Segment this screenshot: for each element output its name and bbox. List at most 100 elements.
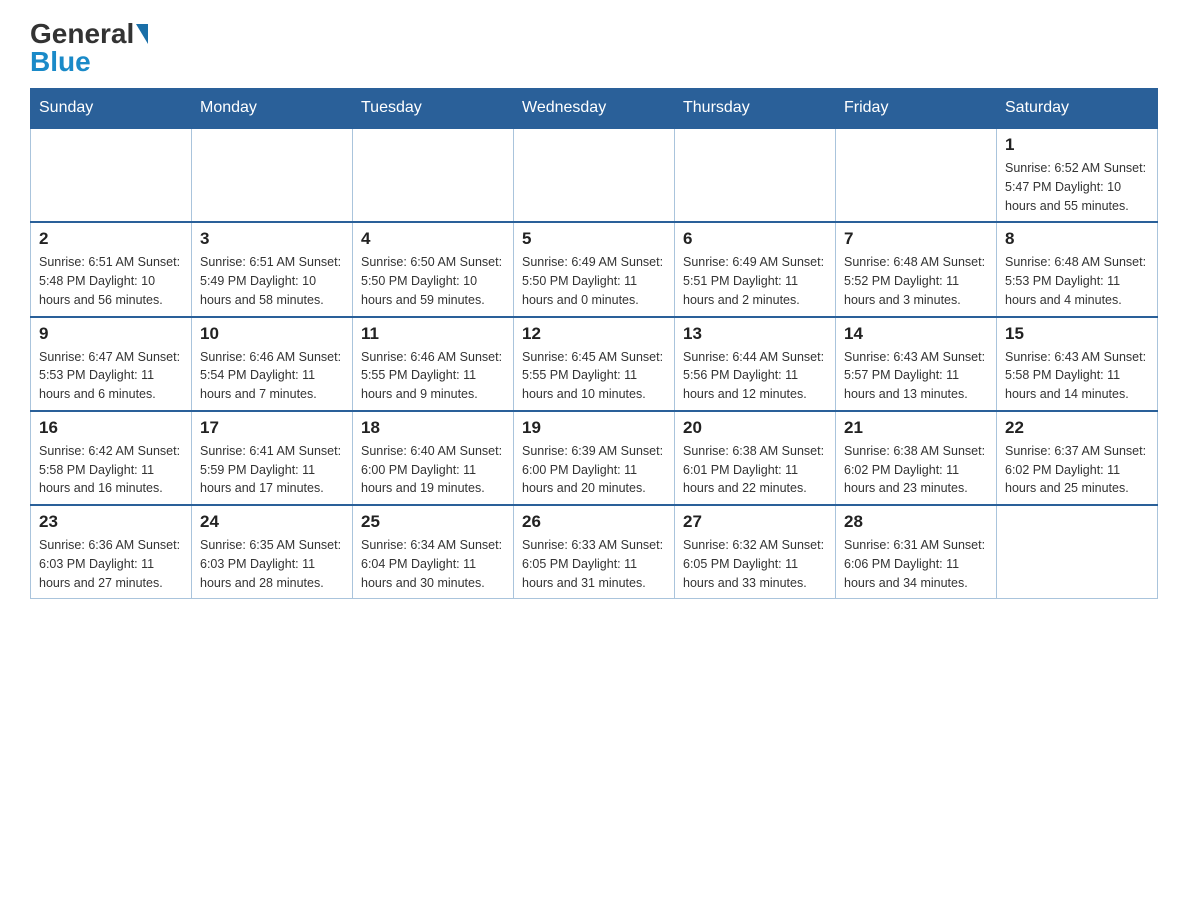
calendar-cell: 4Sunrise: 6:50 AM Sunset: 5:50 PM Daylig… [353,222,514,316]
day-number: 18 [361,418,505,438]
day-info: Sunrise: 6:33 AM Sunset: 6:05 PM Dayligh… [522,536,666,592]
calendar-cell: 12 Sunrise: 6:45 AM Sunset: 5:55 PM Dayli… [514,317,675,411]
day-number: 2 [39,229,183,249]
calendar-header-row: SundayMondayTuesdayWednesdayThursdayFrid… [31,89,1158,129]
day-number: 3 [200,229,344,249]
day-of-week-header: Thursday [675,89,836,129]
day-info: Sunrise: 6:35 AM Sunset: 6:03 PM Dayligh… [200,536,344,592]
calendar-cell: 5 Sunrise: 6:49 AM Sunset: 5:50 PM Daylig… [514,222,675,316]
day-number: 11 [361,324,505,344]
calendar-cell: 20 Sunrise: 6:38 AM Sunset: 6:01 PM Dayli… [675,411,836,505]
calendar-cell [675,128,836,222]
calendar-week-row: 23 Sunrise: 6:36 AM Sunset: 6:03 PM Dayli… [31,505,1158,599]
day-number: 25 [361,512,505,532]
day-info: Sunrise: 6:37 AM Sunset: 6:02 PM Dayligh… [1005,442,1149,498]
calendar-cell [997,505,1158,599]
day-info: Sunrise: 6:47 AM Sunset: 5:53 PM Dayligh… [39,348,183,404]
calendar-cell: 6Sunrise: 6:49 AM Sunset: 5:51 PM Daylig… [675,222,836,316]
day-number: 10 [200,324,344,344]
day-info: Sunrise: 6:38 AM Sunset: 6:02 PM Dayligh… [844,442,988,498]
logo: General Blue [30,20,150,78]
page-header: General Blue [30,20,1158,78]
day-number: 19 [522,418,666,438]
day-number: 12 [522,324,666,344]
calendar-table: SundayMondayTuesdayWednesdayThursdayFrid… [30,88,1158,599]
day-number: 1 [1005,135,1149,155]
day-info: Sunrise: 6:51 AM Sunset: 5:48 PM Dayligh… [39,253,183,309]
calendar-cell: 1 Sunrise: 6:52 AM Sunset: 5:47 PM Daylig… [997,128,1158,222]
logo-triangle-icon [136,24,148,44]
calendar-cell: 3 Sunrise: 6:51 AM Sunset: 5:49 PM Daylig… [192,222,353,316]
day-info: Sunrise: 6:42 AM Sunset: 5:58 PM Dayligh… [39,442,183,498]
day-number: 17 [200,418,344,438]
calendar-cell: 26 Sunrise: 6:33 AM Sunset: 6:05 PM Dayli… [514,505,675,599]
calendar-week-row: 1 Sunrise: 6:52 AM Sunset: 5:47 PM Daylig… [31,128,1158,222]
calendar-cell: 9 Sunrise: 6:47 AM Sunset: 5:53 PM Daylig… [31,317,192,411]
day-info: Sunrise: 6:51 AM Sunset: 5:49 PM Dayligh… [200,253,344,309]
day-info: Sunrise: 6:49 AM Sunset: 5:50 PM Dayligh… [522,253,666,309]
calendar-week-row: 9 Sunrise: 6:47 AM Sunset: 5:53 PM Daylig… [31,317,1158,411]
day-number: 26 [522,512,666,532]
calendar-cell: 10 Sunrise: 6:46 AM Sunset: 5:54 PM Dayli… [192,317,353,411]
logo-general-text: General [30,20,134,48]
calendar-cell: 24 Sunrise: 6:35 AM Sunset: 6:03 PM Dayli… [192,505,353,599]
calendar-cell: 27 Sunrise: 6:32 AM Sunset: 6:05 PM Dayli… [675,505,836,599]
day-number: 24 [200,512,344,532]
logo-blue-text: Blue [30,46,91,77]
calendar-week-row: 2 Sunrise: 6:51 AM Sunset: 5:48 PM Daylig… [31,222,1158,316]
calendar-cell: 19 Sunrise: 6:39 AM Sunset: 6:00 PM Dayli… [514,411,675,505]
day-number: 5 [522,229,666,249]
calendar-cell: 21 Sunrise: 6:38 AM Sunset: 6:02 PM Dayli… [836,411,997,505]
day-of-week-header: Sunday [31,89,192,129]
calendar-cell: 16 Sunrise: 6:42 AM Sunset: 5:58 PM Dayli… [31,411,192,505]
day-number: 22 [1005,418,1149,438]
day-number: 7 [844,229,988,249]
day-info: Sunrise: 6:38 AM Sunset: 6:01 PM Dayligh… [683,442,827,498]
calendar-cell: 25 Sunrise: 6:34 AM Sunset: 6:04 PM Dayli… [353,505,514,599]
day-number: 6 [683,229,827,249]
day-info: Sunrise: 6:36 AM Sunset: 6:03 PM Dayligh… [39,536,183,592]
calendar-cell: 18 Sunrise: 6:40 AM Sunset: 6:00 PM Dayli… [353,411,514,505]
day-number: 9 [39,324,183,344]
day-number: 8 [1005,229,1149,249]
calendar-cell: 7 Sunrise: 6:48 AM Sunset: 5:52 PM Daylig… [836,222,997,316]
day-info: Sunrise: 6:40 AM Sunset: 6:00 PM Dayligh… [361,442,505,498]
day-info: Sunrise: 6:43 AM Sunset: 5:58 PM Dayligh… [1005,348,1149,404]
calendar-cell: 15 Sunrise: 6:43 AM Sunset: 5:58 PM Dayli… [997,317,1158,411]
calendar-cell: 28 Sunrise: 6:31 AM Sunset: 6:06 PM Dayli… [836,505,997,599]
calendar-cell [192,128,353,222]
day-info: Sunrise: 6:48 AM Sunset: 5:53 PM Dayligh… [1005,253,1149,309]
day-of-week-header: Friday [836,89,997,129]
calendar-cell: 11 Sunrise: 6:46 AM Sunset: 5:55 PM Dayli… [353,317,514,411]
calendar-cell [31,128,192,222]
day-number: 21 [844,418,988,438]
day-info: Sunrise: 6:39 AM Sunset: 6:00 PM Dayligh… [522,442,666,498]
day-number: 15 [1005,324,1149,344]
day-info: Sunrise: 6:46 AM Sunset: 5:54 PM Dayligh… [200,348,344,404]
calendar-cell: 23 Sunrise: 6:36 AM Sunset: 6:03 PM Dayli… [31,505,192,599]
calendar-cell [514,128,675,222]
day-info: Sunrise: 6:52 AM Sunset: 5:47 PM Dayligh… [1005,159,1149,215]
calendar-cell: 14Sunrise: 6:43 AM Sunset: 5:57 PM Dayli… [836,317,997,411]
day-info: Sunrise: 6:32 AM Sunset: 6:05 PM Dayligh… [683,536,827,592]
day-info: Sunrise: 6:31 AM Sunset: 6:06 PM Dayligh… [844,536,988,592]
day-number: 14 [844,324,988,344]
calendar-cell: 17 Sunrise: 6:41 AM Sunset: 5:59 PM Dayli… [192,411,353,505]
day-number: 16 [39,418,183,438]
calendar-cell: 2 Sunrise: 6:51 AM Sunset: 5:48 PM Daylig… [31,222,192,316]
day-of-week-header: Saturday [997,89,1158,129]
day-number: 28 [844,512,988,532]
calendar-cell: 13Sunrise: 6:44 AM Sunset: 5:56 PM Dayli… [675,317,836,411]
day-info: Sunrise: 6:48 AM Sunset: 5:52 PM Dayligh… [844,253,988,309]
calendar-cell: 8 Sunrise: 6:48 AM Sunset: 5:53 PM Daylig… [997,222,1158,316]
day-info: Sunrise: 6:46 AM Sunset: 5:55 PM Dayligh… [361,348,505,404]
day-info: Sunrise: 6:41 AM Sunset: 5:59 PM Dayligh… [200,442,344,498]
day-number: 20 [683,418,827,438]
day-info: Sunrise: 6:45 AM Sunset: 5:55 PM Dayligh… [522,348,666,404]
day-number: 13 [683,324,827,344]
day-number: 27 [683,512,827,532]
calendar-cell [353,128,514,222]
day-of-week-header: Wednesday [514,89,675,129]
day-number: 23 [39,512,183,532]
day-info: Sunrise: 6:34 AM Sunset: 6:04 PM Dayligh… [361,536,505,592]
